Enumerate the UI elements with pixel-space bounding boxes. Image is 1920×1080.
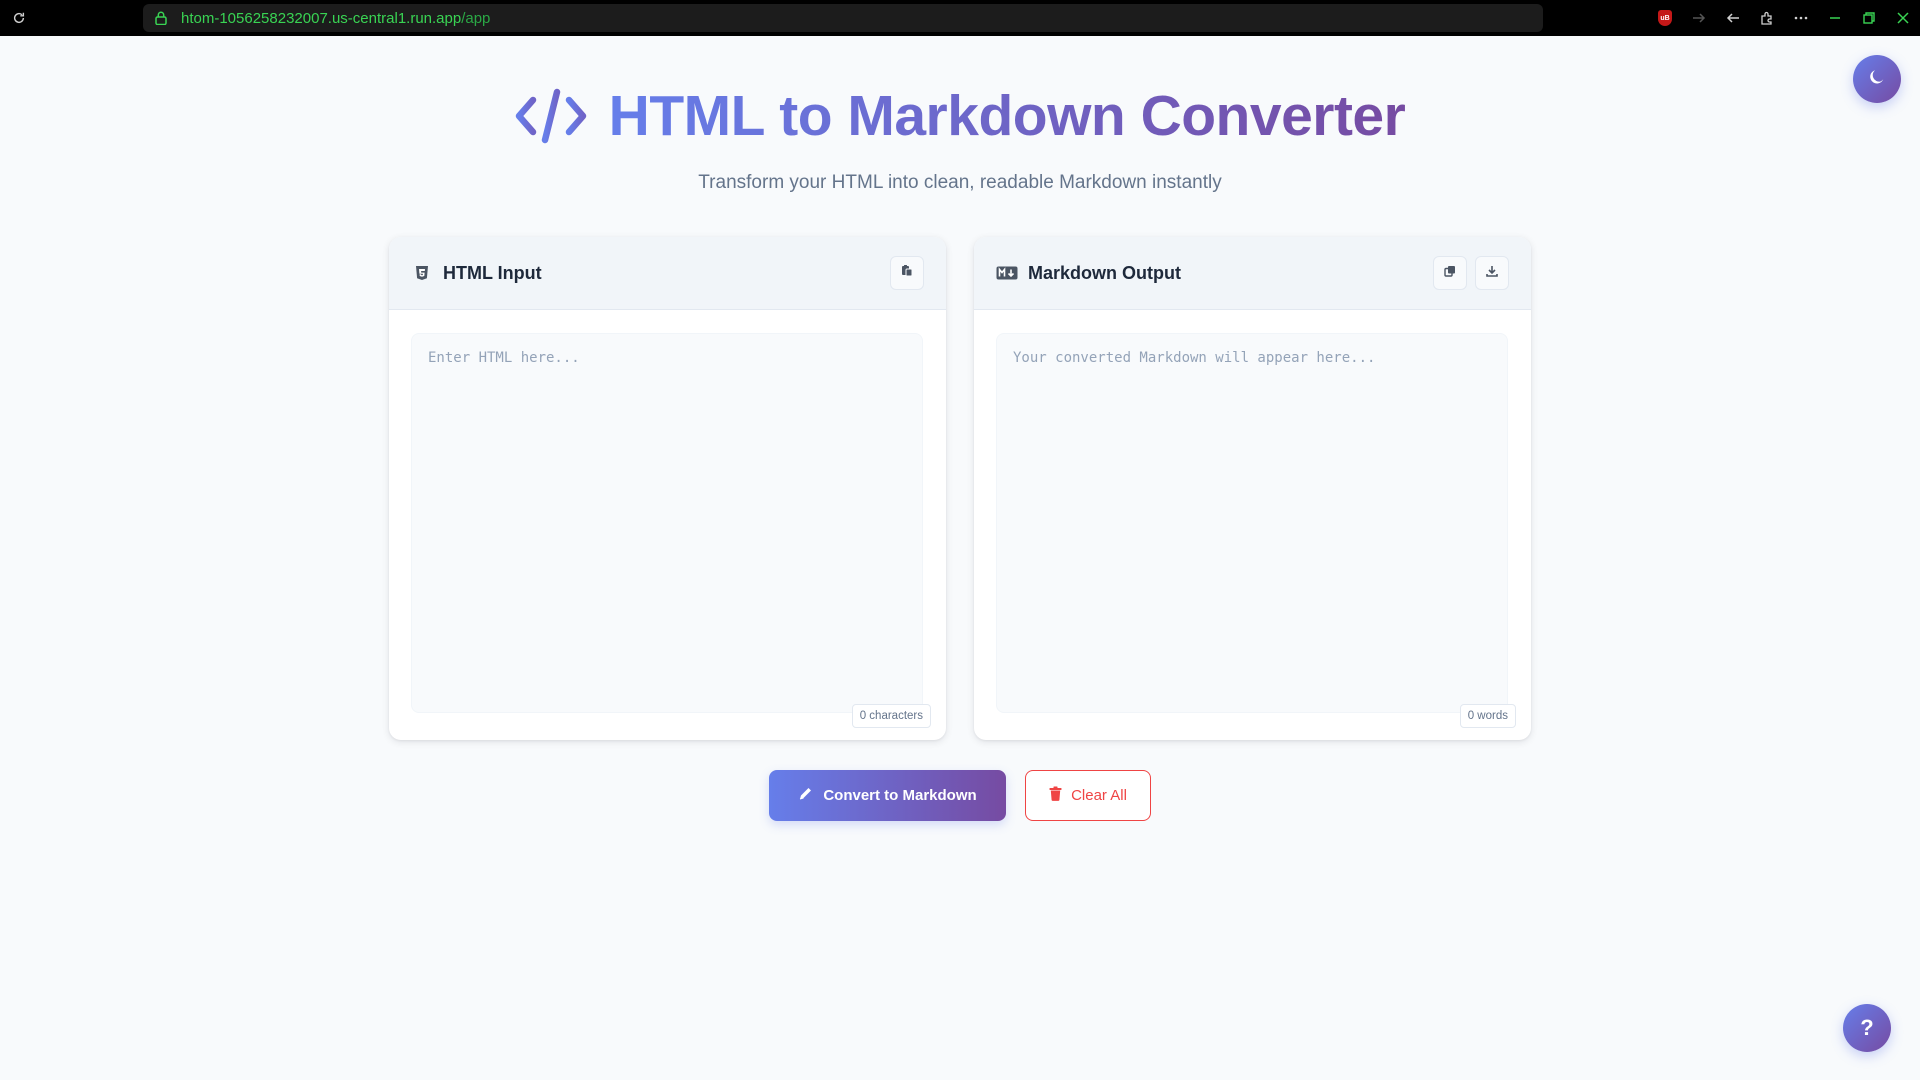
ublock-icon[interactable]: uB	[1648, 0, 1682, 36]
download-icon	[1486, 264, 1498, 282]
trash-icon	[1049, 786, 1062, 805]
url-host: htom-1056258232007.us-central1.run.app	[181, 9, 462, 27]
download-button[interactable]	[1475, 256, 1509, 290]
more-icon[interactable]	[1784, 0, 1818, 36]
pencil-icon	[798, 786, 813, 805]
url-path: /app	[461, 9, 491, 27]
help-button[interactable]: ?	[1843, 1004, 1891, 1052]
clear-all-button-label: Clear All	[1071, 787, 1127, 804]
copy-icon	[1444, 264, 1456, 282]
markdown-icon	[996, 262, 1018, 284]
close-icon[interactable]	[1886, 0, 1920, 36]
browser-toolbar: htom-1056258232007.us-central1.run.app/a…	[0, 0, 1920, 36]
browser-controls: uB	[1648, 0, 1920, 36]
html-input-field[interactable]	[411, 333, 923, 713]
panel-actions	[890, 256, 924, 290]
page-header: HTML to Markdown Converter	[0, 80, 1920, 152]
minimize-icon[interactable]	[1818, 0, 1852, 36]
restore-icon[interactable]	[1852, 0, 1886, 36]
html5-icon	[411, 262, 433, 284]
panel-title: HTML Input	[443, 262, 542, 283]
markdown-output-field[interactable]	[996, 333, 1508, 713]
reload-icon[interactable]	[10, 9, 28, 27]
markdown-output-panel: Markdown Output 0 words	[974, 237, 1531, 740]
address-bar[interactable]: htom-1056258232007.us-central1.run.app/a…	[143, 4, 1543, 32]
lock-icon	[155, 11, 169, 25]
page-subtitle: Transform your HTML into clean, readable…	[698, 172, 1222, 193]
extensions-icon[interactable]	[1750, 0, 1784, 36]
code-icon	[515, 88, 587, 144]
convert-button[interactable]: Convert to Markdown	[769, 770, 1006, 821]
clear-all-button[interactable]: Clear All	[1025, 770, 1151, 821]
panel-title: Markdown Output	[1028, 262, 1181, 283]
forward-icon[interactable]	[1682, 0, 1716, 36]
panel-header: HTML Input	[389, 237, 946, 310]
panel-actions	[1433, 256, 1509, 290]
convert-button-label: Convert to Markdown	[823, 787, 977, 804]
back-icon[interactable]	[1716, 0, 1750, 36]
panel-header: Markdown Output	[974, 237, 1531, 310]
character-counter: 0 characters	[851, 704, 931, 728]
paste-icon	[901, 264, 913, 282]
word-counter: 0 words	[1459, 704, 1516, 728]
html-input-panel: HTML Input 0 characters	[389, 237, 946, 740]
page-title: HTML to Markdown Converter	[609, 80, 1406, 152]
copy-button[interactable]	[1433, 256, 1467, 290]
paste-button[interactable]	[890, 256, 924, 290]
